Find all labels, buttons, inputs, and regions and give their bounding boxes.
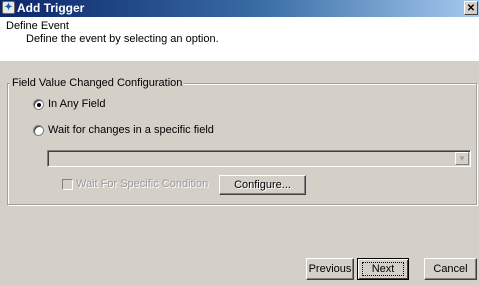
previous-button[interactable]: Previous (306, 258, 354, 280)
focus-outline (362, 262, 404, 276)
next-button[interactable]: Next (357, 258, 409, 280)
wait-condition-label: Wait For Specific Condition (76, 178, 209, 190)
window-title: Add Trigger (17, 1, 85, 15)
app-icon: ✦ (2, 1, 15, 14)
radio-selected-dot (37, 103, 41, 107)
field-select[interactable]: ▼ (47, 150, 471, 167)
dialog-body: Field Value Changed Configuration In Any… (0, 61, 479, 285)
cancel-button[interactable]: Cancel (424, 258, 477, 280)
chevron-down-icon[interactable]: ▼ (455, 152, 469, 165)
close-button[interactable]: ✕ (464, 1, 478, 15)
radio-specific-field[interactable] (33, 125, 44, 136)
wait-condition-checkbox[interactable] (62, 179, 73, 190)
step-title: Define Event (6, 20, 69, 32)
radio-in-any-field-label[interactable]: In Any Field (48, 98, 105, 110)
radio-specific-field-label[interactable]: Wait for changes in a specific field (48, 124, 214, 136)
configure-button[interactable]: Configure... (219, 175, 306, 195)
radio-in-any-field[interactable] (33, 99, 44, 110)
title-bar: ✦ Add Trigger ✕ (0, 0, 479, 17)
step-description: Define the event by selecting an option. (26, 33, 219, 45)
group-legend: Field Value Changed Configuration (10, 77, 185, 89)
wizard-header: Define Event Define the event by selecti… (0, 17, 479, 78)
